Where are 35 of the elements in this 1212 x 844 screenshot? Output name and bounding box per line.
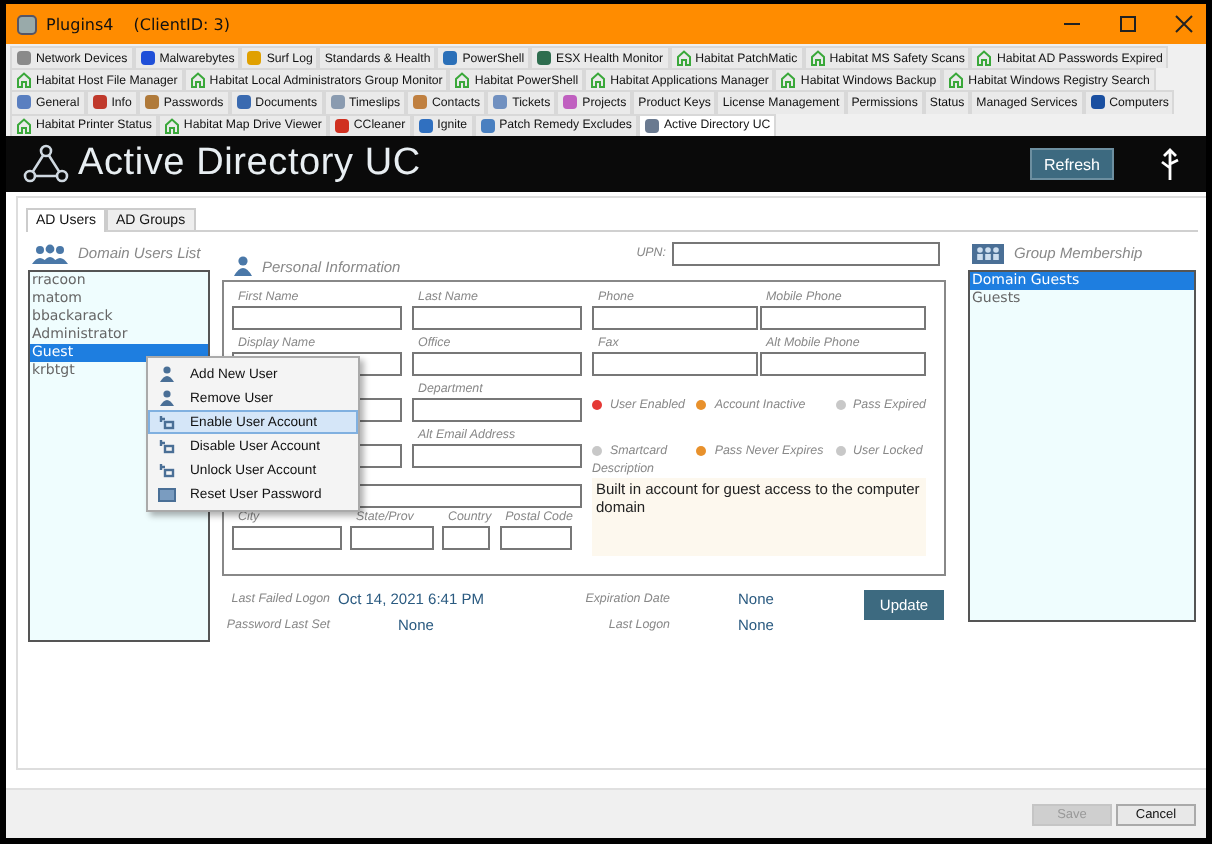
input-field[interactable]	[442, 526, 490, 550]
app-icon	[16, 13, 38, 35]
input-field[interactable]	[499, 526, 572, 550]
window-title: Plugins4	[46, 15, 114, 33]
close-icon[interactable]	[1174, 14, 1194, 34]
house-icon	[454, 72, 471, 89]
input-field[interactable]	[760, 306, 926, 330]
house-icon	[675, 50, 692, 67]
input-field[interactable]	[760, 352, 926, 376]
person-icon	[158, 366, 176, 382]
input-field[interactable]	[412, 398, 582, 422]
person-icon	[158, 390, 176, 406]
house-icon	[16, 117, 32, 134]
house-icon	[189, 72, 206, 89]
id-card-icon	[158, 487, 176, 501]
house-icon	[590, 72, 607, 89]
users-icon	[32, 243, 68, 263]
input-field[interactable]	[412, 306, 582, 330]
input-field[interactable]	[592, 352, 758, 376]
input-field[interactable]	[412, 352, 582, 376]
refresh-button[interactable]: Refresh	[1029, 148, 1114, 180]
input-field[interactable]	[412, 444, 582, 468]
input-field[interactable]	[592, 306, 758, 330]
network-logo-icon	[22, 144, 70, 184]
input-field[interactable]	[350, 526, 434, 550]
house-icon	[16, 72, 32, 89]
client-id: (ClientID: 3)	[133, 15, 230, 33]
person-icon	[234, 256, 252, 276]
input-field[interactable]	[232, 306, 402, 330]
upn-field[interactable]	[672, 242, 940, 266]
group-icon	[972, 243, 1004, 263]
maximize-icon[interactable]	[1118, 14, 1138, 34]
input-field[interactable]	[232, 526, 342, 550]
house-icon	[163, 117, 180, 134]
plugin-title: Active Directory UC	[78, 142, 421, 186]
